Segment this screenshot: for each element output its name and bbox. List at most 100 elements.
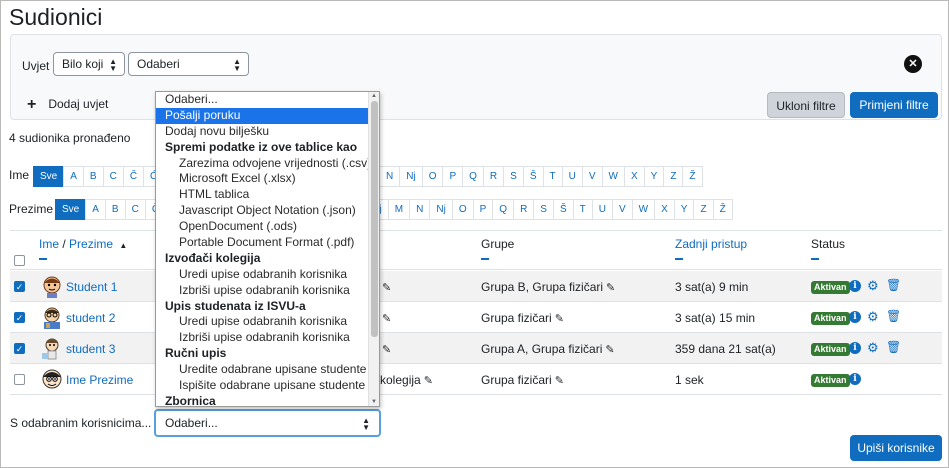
dropdown-option[interactable]: Odaberi... (156, 92, 379, 108)
user-name-link[interactable]: Student 1 (66, 280, 117, 294)
initial-letter[interactable]: Ž (712, 199, 733, 220)
dropdown-option[interactable]: OpenDocument (.ods) (156, 219, 379, 235)
gear-icon[interactable]: ⚙ (867, 340, 879, 356)
initial-letter[interactable]: O (421, 166, 444, 187)
dropdown-option[interactable]: Izbriši upise odabranih korisnika (156, 330, 379, 346)
initial-all[interactable]: Sve (55, 199, 87, 220)
enrol-users-button[interactable]: Upiši korisnike (850, 435, 942, 461)
add-condition-button[interactable]: + Dodaj uvjet (27, 95, 108, 113)
dropdown-scrollbar[interactable]: ▲ ▼ (368, 92, 379, 406)
initial-letter[interactable]: U (561, 166, 583, 187)
initial-letter[interactable]: Q (492, 199, 515, 220)
pencil-icon[interactable]: ✎ (382, 281, 391, 294)
pencil-icon[interactable]: ✎ (555, 374, 564, 387)
initial-letter[interactable]: S (533, 199, 554, 220)
gear-icon[interactable]: ⚙ (867, 278, 879, 294)
pencil-icon[interactable]: ✎ (555, 312, 564, 325)
dropdown-option[interactable]: Uredi upise odabranih korisnika (156, 267, 379, 283)
pencil-icon[interactable]: ✎ (605, 343, 614, 356)
user-name-link[interactable]: student 2 (66, 311, 115, 325)
initial-letter[interactable]: R (513, 199, 535, 220)
row-checkbox[interactable] (14, 374, 25, 385)
dropdown-option[interactable]: Ispišite odabrane upisane studente (156, 378, 379, 394)
clear-filters-button[interactable]: Ukloni filtre (767, 92, 845, 118)
initial-letter[interactable]: S (503, 166, 524, 187)
pencil-icon[interactable]: ✎ (606, 281, 615, 294)
pencil-icon[interactable]: ✎ (424, 374, 433, 387)
initial-letter[interactable]: B (82, 166, 104, 187)
initial-letter[interactable]: Z (663, 166, 684, 187)
initial-letter[interactable]: W (601, 166, 625, 187)
initial-letter[interactable]: Q (462, 166, 484, 187)
initial-letter[interactable]: U (591, 199, 613, 220)
bulk-action-dropdown[interactable]: Odaberi... Pošalji poruku Dodaj novu bilje… (155, 91, 380, 407)
initial-letter[interactable]: T (572, 199, 593, 220)
initial-letter[interactable]: X (623, 166, 645, 187)
dropdown-option[interactable]: Pošalji poruku (156, 107, 379, 124)
initial-letter[interactable]: B (104, 199, 126, 220)
dropdown-option[interactable]: Uredite odabrane upisane studente (156, 362, 379, 378)
bulk-action-select[interactable]: Odaberi... ▲ ▼ (154, 409, 381, 437)
gear-icon[interactable]: ⚙ (867, 309, 879, 325)
initial-letter[interactable]: P (442, 166, 464, 187)
dropdown-option[interactable]: Zarezima odvojene vrijednosti (.csv) (156, 156, 379, 172)
info-icon[interactable]: i (849, 311, 861, 323)
match-select[interactable]: Bilo koji ▲ ▼ (53, 52, 125, 76)
user-name-link[interactable]: student 3 (66, 342, 115, 356)
initial-letter[interactable]: V (611, 199, 633, 220)
initial-letter[interactable]: W (631, 199, 656, 220)
pencil-icon[interactable]: ✎ (382, 343, 391, 356)
name-column-header[interactable]: Ime / Prezime ▲ (39, 237, 127, 260)
trash-icon[interactable]: 🗑 (886, 340, 901, 354)
initial-letter[interactable]: X (654, 199, 675, 220)
initial-letter[interactable]: N (379, 166, 401, 187)
sort-last-name-link[interactable]: Prezime (69, 237, 113, 251)
initial-letter[interactable]: O (451, 199, 474, 220)
initial-letter[interactable]: C (124, 199, 146, 220)
pencil-icon[interactable]: ✎ (382, 312, 391, 325)
scroll-up-icon[interactable]: ▲ (371, 93, 377, 99)
initial-letter[interactable]: Y (673, 199, 695, 220)
initial-letter[interactable]: Y (643, 166, 665, 187)
initial-letter[interactable]: V (581, 166, 603, 187)
initial-letter[interactable]: C (102, 166, 124, 187)
initial-letter[interactable]: Ž (682, 166, 703, 187)
initial-letter[interactable]: A (63, 166, 84, 187)
dropdown-option[interactable]: Microsoft Excel (.xlsx) (156, 171, 379, 187)
dropdown-option[interactable]: Uredi upise odabranih korisnika (156, 314, 379, 330)
dropdown-option[interactable]: Dodaj novu bilješku (156, 124, 379, 140)
info-icon[interactable]: i (849, 342, 861, 354)
initial-all[interactable]: Sve (33, 166, 65, 187)
dropdown-option[interactable]: HTML tablica (156, 187, 379, 203)
row-checkbox[interactable]: ✓ (14, 343, 25, 354)
info-icon[interactable]: i (849, 373, 861, 385)
initial-letter[interactable]: Š (552, 199, 574, 220)
info-icon[interactable]: i (849, 280, 861, 292)
select-all-checkbox[interactable] (14, 255, 25, 266)
initial-letter[interactable]: Nj (429, 199, 453, 220)
initial-letter[interactable]: Š (522, 166, 544, 187)
initial-letter[interactable]: R (482, 166, 505, 187)
row-checkbox[interactable]: ✓ (14, 281, 25, 292)
initial-letter[interactable]: A (85, 199, 106, 220)
initial-letter[interactable]: Č (122, 166, 145, 187)
initial-letter[interactable]: Nj (399, 166, 423, 187)
last-access-column-header[interactable]: Zadnji pristup (675, 237, 747, 260)
initial-letter[interactable]: N (409, 199, 431, 220)
initial-letter[interactable]: Z (693, 199, 714, 220)
dropdown-option[interactable]: Izbriši upise odabranih korisnika (156, 283, 379, 299)
user-name-link[interactable]: Ime Prezime (66, 373, 133, 387)
scrollbar-thumb[interactable] (371, 101, 378, 337)
trash-icon[interactable]: 🗑 (886, 309, 901, 323)
row-checkbox[interactable]: ✓ (14, 312, 25, 323)
sort-first-name-link[interactable]: Ime (39, 237, 59, 251)
dropdown-option[interactable]: Javascript Object Notation (.json) (156, 203, 379, 219)
filter-type-select[interactable]: Odaberi ▲ ▼ (128, 52, 249, 76)
trash-icon[interactable]: 🗑 (886, 278, 901, 292)
dropdown-option[interactable]: Portable Document Format (.pdf) (156, 235, 379, 251)
apply-filters-button[interactable]: Primjeni filtre (850, 92, 938, 118)
initial-letter[interactable]: M (387, 199, 411, 220)
scroll-down-icon[interactable]: ▼ (371, 399, 377, 405)
initial-letter[interactable]: T (542, 166, 563, 187)
initial-letter[interactable]: P (472, 199, 494, 220)
